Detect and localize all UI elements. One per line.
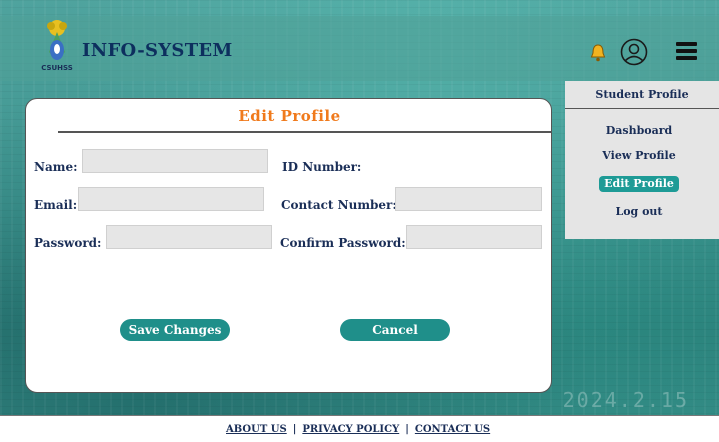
background-date-stamp: 2024.2.15	[562, 388, 689, 412]
brand-title: INFO-SYSTEM	[82, 40, 233, 61]
sidebar-item-log-out[interactable]: Log out	[565, 205, 713, 218]
side-menu-title: Student Profile	[595, 88, 689, 101]
cancel-button[interactable]: Cancel	[340, 319, 450, 341]
sidebar-item-dashboard[interactable]: Dashboard	[565, 124, 713, 137]
footer-separator: |	[292, 424, 297, 435]
menu-bar	[676, 42, 697, 46]
footer-link-privacy[interactable]: PRIVACY POLICY	[302, 424, 399, 435]
form-title-divider	[58, 131, 552, 133]
confirm-password-label: Confirm Password:	[280, 236, 406, 250]
side-menu-divider	[565, 108, 719, 109]
user-icon[interactable]	[620, 38, 648, 66]
menu-bar	[676, 49, 697, 53]
save-changes-button[interactable]: Save Changes	[120, 319, 230, 341]
name-input[interactable]	[82, 149, 268, 173]
name-label: Name:	[34, 160, 78, 174]
footer-link-about[interactable]: ABOUT US	[226, 424, 287, 435]
email-label: Email:	[34, 198, 78, 212]
hamburger-menu-icon[interactable]	[676, 42, 697, 61]
password-label: Password:	[34, 236, 102, 250]
profile-side-menu: Student Profile Dashboard View Profile E…	[565, 81, 719, 239]
edit-profile-card: Edit Profile Name: ID Number: Email: Con…	[25, 98, 552, 393]
form-title: Edit Profile	[238, 107, 341, 125]
top-header: CSUHSS INFO-SYSTEM	[0, 16, 719, 81]
confirm-password-input[interactable]	[406, 225, 542, 249]
contact-number-input[interactable]	[395, 187, 542, 211]
email-input[interactable]	[78, 187, 264, 211]
contact-number-label: Contact Number:	[281, 198, 397, 212]
logo-text: CSUHSS	[41, 64, 73, 72]
menu-bar	[676, 56, 697, 60]
bell-icon[interactable]	[590, 44, 606, 62]
school-logo: CSUHSS	[41, 20, 73, 72]
id-number-label: ID Number:	[282, 160, 362, 174]
footer-links: ABOUT US | PRIVACY POLICY | CONTACT US	[226, 424, 490, 435]
password-input[interactable]	[106, 225, 272, 249]
sidebar-item-edit-profile[interactable]: Edit Profile	[599, 176, 679, 192]
footer-separator: |	[405, 424, 409, 435]
footer-bar: ABOUT US | PRIVACY POLICY | CONTACT US	[0, 415, 719, 442]
sidebar-item-view-profile[interactable]: View Profile	[565, 149, 713, 162]
footer-link-contact[interactable]: CONTACT US	[415, 424, 490, 435]
